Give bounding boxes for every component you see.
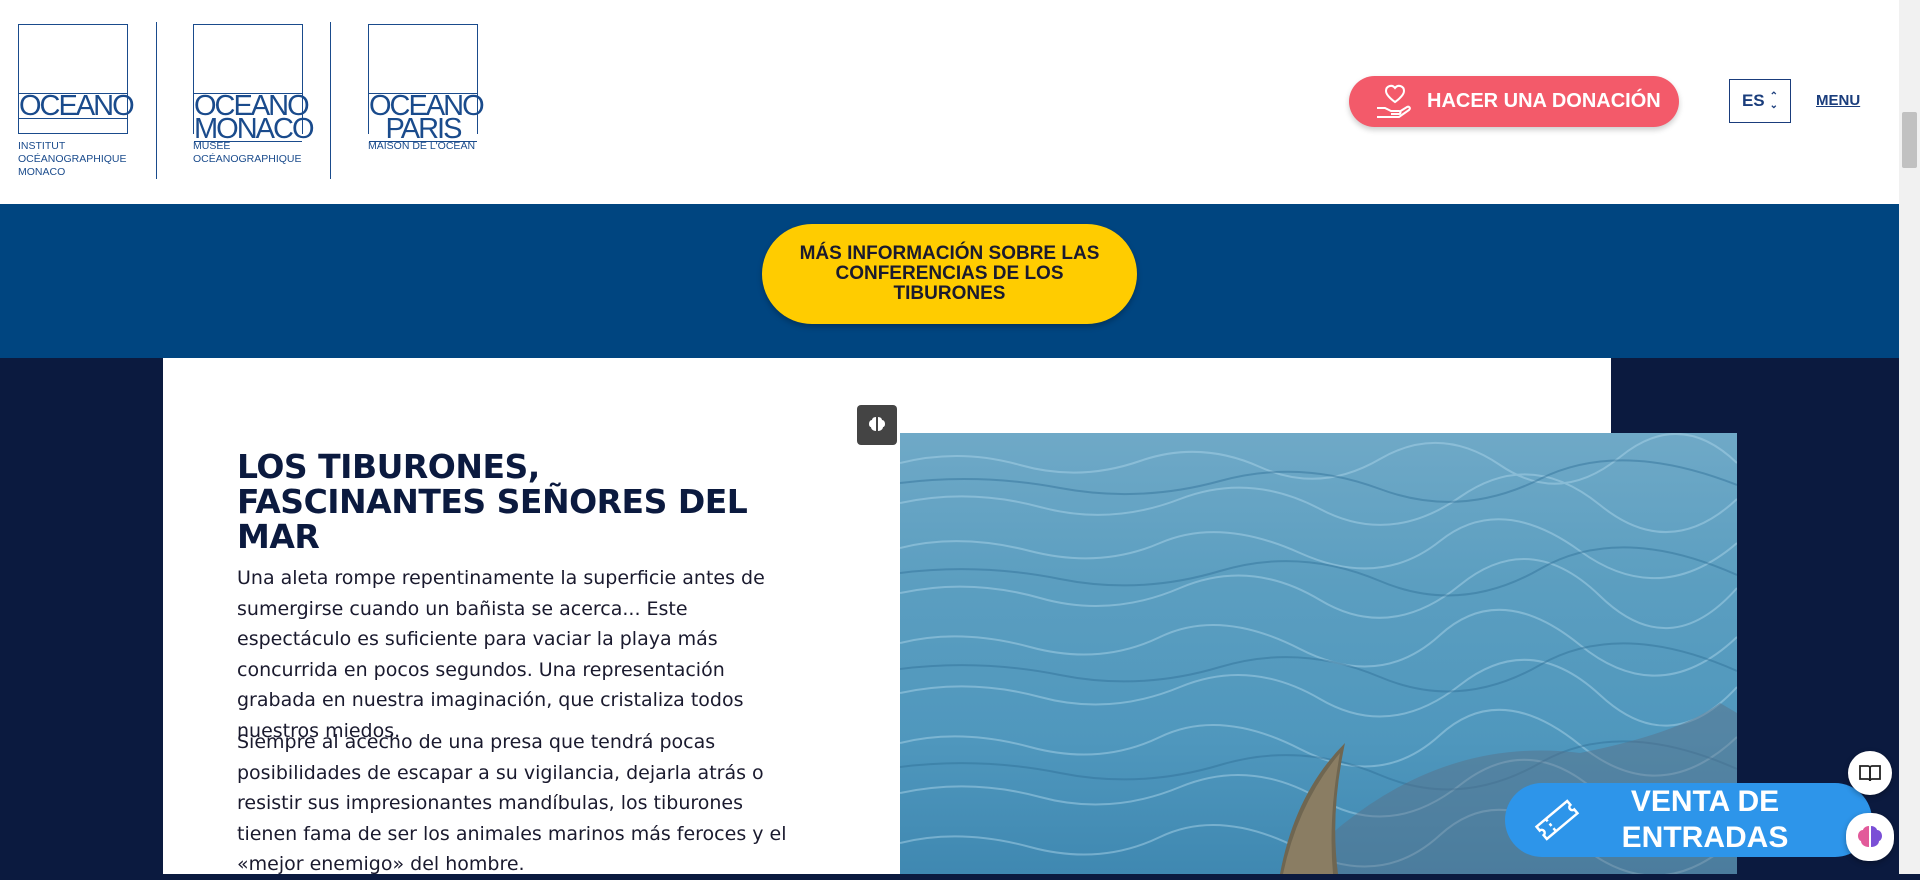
- menu-button[interactable]: MENU: [1816, 92, 1860, 109]
- logo-box: OCEANO: [18, 24, 135, 134]
- book-icon: [1859, 765, 1881, 782]
- more-info-label: MÁS INFORMACIÓN SOBRE LAS CONFERENCIAS D…: [799, 243, 1100, 304]
- logo-divider: [156, 22, 157, 179]
- ticket-icon: [1534, 799, 1580, 841]
- logo-musee-oceanographique[interactable]: OCEANO MONACO MUSÉE OCÉANOGRAPHIQUE: [193, 24, 315, 166]
- tickets-button[interactable]: VENTA DE ENTRADAS: [1505, 783, 1872, 857]
- brain-icon: [869, 417, 885, 431]
- donate-label: HACER UNA DONACIÓN: [1427, 90, 1661, 112]
- logo-maison-de-locean[interactable]: OCEANO PARIS MAISON DE L'OCÉAN: [368, 24, 485, 153]
- logo-subtitle-line: MONACO: [18, 166, 66, 178]
- logo-institut-oceanographique[interactable]: OCEANO INSTITUT OCÉANOGRAPHIQUE MONACO: [18, 24, 135, 179]
- logo-divider: [330, 22, 331, 179]
- language-value: ES: [1741, 91, 1765, 110]
- logo-box: OCEANO PARIS: [368, 24, 485, 144]
- heart-hand-icon: [1377, 84, 1411, 118]
- tickets-label: VENTA DE ENTRADAS: [1621, 785, 1789, 854]
- logo-wordmark-line2: PARIS: [369, 115, 477, 144]
- brain-icon: [1858, 826, 1882, 847]
- assistant-button[interactable]: [1846, 813, 1894, 861]
- scrollbar-thumb[interactable]: [1902, 112, 1917, 168]
- site-header: OCEANO INSTITUT OCÉANOGRAPHIQUE MONACO O…: [0, 0, 1899, 204]
- reader-mode-button[interactable]: [1848, 751, 1892, 795]
- article-paragraph: Una aleta rompe repentinamente la superf…: [237, 567, 765, 742]
- logo-subtitle-line: INSTITUT: [18, 140, 66, 152]
- donate-button[interactable]: HACER UNA DONACIÓN: [1349, 76, 1679, 127]
- logo-subtitle: INSTITUT OCÉANOGRAPHIQUE MONACO: [18, 140, 128, 179]
- language-selector[interactable]: ES ⌃ ⌄: [1729, 79, 1791, 123]
- logo-wordmark-line2: MONACO: [194, 113, 315, 145]
- chevron-updown-icon: ⌃ ⌄: [1769, 91, 1779, 111]
- article-heading: LOS TIBURONES, FASCINANTES SEÑORES DEL M…: [237, 447, 748, 556]
- more-info-button[interactable]: MÁS INFORMACIÓN SOBRE LAS CONFERENCIAS D…: [762, 224, 1137, 324]
- ai-badge[interactable]: [857, 405, 897, 445]
- logo-subtitle-line: OCÉANOGRAPHIQUE: [18, 153, 127, 165]
- logo-subtitle-line: OCÉANOGRAPHIQUE: [193, 153, 302, 165]
- logo-box: OCEANO MONACO: [193, 24, 315, 144]
- article-paragraph: Siempre al acecho de una presa que tendr…: [237, 731, 787, 875]
- logo-wordmark: OCEANO: [19, 90, 135, 122]
